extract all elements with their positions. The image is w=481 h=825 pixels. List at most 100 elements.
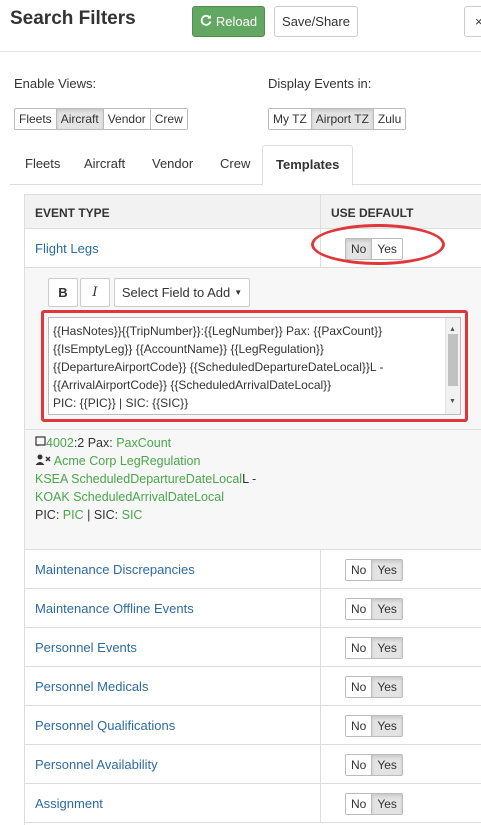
view-option-aircraft[interactable]: Aircraft <box>55 109 103 129</box>
no-option[interactable]: No <box>346 560 372 580</box>
template-preview: 4002:2 Pax: PaxCount Acme Corp LegRegula… <box>25 430 481 550</box>
pax-label: Pax: <box>84 436 117 450</box>
tab-crew[interactable]: Crew <box>207 145 263 185</box>
table-header: EVENT TYPE USE DEFAULT <box>25 194 481 230</box>
preview-line-1: 4002:2 Pax: PaxCount <box>35 436 171 450</box>
preview-line-3: KSEA ScheduledDepartureDateLocalL - <box>35 472 256 486</box>
tab-aircraft[interactable]: Aircraft <box>71 145 138 185</box>
tab-fleets[interactable]: Fleets <box>12 145 73 185</box>
view-option-fleets[interactable]: Fleets <box>15 109 56 129</box>
caret-down-icon: ▼ <box>234 288 243 297</box>
view-option-vendor[interactable]: Vendor <box>102 109 150 129</box>
reload-label: Reload <box>215 14 258 29</box>
empty-leg-user-icon <box>35 454 51 468</box>
tz-option-airport-tz[interactable]: Airport TZ <box>310 109 373 129</box>
event-type-name[interactable]: Assignment <box>35 796 103 811</box>
column-divider <box>320 195 321 230</box>
column-divider <box>320 784 321 822</box>
yes-option[interactable]: Yes <box>371 638 402 658</box>
column-divider <box>320 589 321 627</box>
table-row: Personnel Medicals No Yes <box>25 667 481 706</box>
no-option[interactable]: No <box>346 716 372 736</box>
column-divider <box>320 628 321 666</box>
close-button[interactable]: × <box>464 6 481 37</box>
event-type-name[interactable]: Maintenance Offline Events <box>35 601 194 616</box>
header-bar: Search Filters Reload Save/Share × <box>0 0 481 52</box>
tab-vendor[interactable]: Vendor <box>139 145 206 185</box>
page-title: Search Filters <box>10 8 136 29</box>
select-field-label: Select Field to Add <box>121 285 231 300</box>
yes-option[interactable]: Yes <box>371 755 402 775</box>
use-default-toggle: No Yes <box>345 598 403 620</box>
refresh-icon <box>200 14 212 29</box>
preview-line-5: PIC: PIC | SIC: SIC <box>35 508 142 522</box>
enable-views-toggle: Fleets Aircraft Vendor Crew <box>14 108 188 130</box>
italic-button[interactable]: I <box>80 278 110 307</box>
column-divider <box>320 667 321 705</box>
use-default-toggle: No Yes <box>345 793 403 815</box>
column-divider <box>320 706 321 744</box>
tab-templates[interactable]: Templates <box>262 145 354 186</box>
sic-label: | SIC: <box>83 508 122 522</box>
event-type-name[interactable]: Personnel Qualifications <box>35 718 175 733</box>
view-tabs: Fleets Aircraft Vendor Crew Templates <box>10 145 481 186</box>
template-editor: B I Select Field to Add ▼ {{HasNotes}}{{… <box>25 268 481 430</box>
notes-icon <box>35 436 46 450</box>
arrival-value: KOAK ScheduledArrivalDateLocal <box>35 490 224 504</box>
col-use-default: USE DEFAULT <box>331 206 414 220</box>
event-type-name[interactable]: Personnel Events <box>35 640 137 655</box>
event-type-name[interactable]: Maintenance Discrepancies <box>35 562 195 577</box>
highlight-annotation-ellipse <box>311 224 445 265</box>
display-events-toggle: My TZ Airport TZ Zulu <box>268 108 407 130</box>
yes-option[interactable]: Yes <box>371 599 402 619</box>
bold-button[interactable]: B <box>48 278 78 307</box>
sic-value: SIC <box>121 508 143 522</box>
no-option[interactable]: No <box>346 599 372 619</box>
display-events-label: Display Events in: <box>268 76 372 91</box>
tz-option-my-tz[interactable]: My TZ <box>269 109 311 129</box>
yes-option[interactable]: Yes <box>371 560 402 580</box>
use-default-toggle: No Yes <box>345 637 403 659</box>
no-option[interactable]: No <box>346 638 372 658</box>
yes-option[interactable]: Yes <box>371 677 402 697</box>
pic-label: PIC: <box>35 508 63 522</box>
table-row: Maintenance Discrepancies No Yes <box>25 550 481 589</box>
col-event-type: EVENT TYPE <box>35 206 110 220</box>
event-type-name[interactable]: Personnel Medicals <box>35 679 148 694</box>
departure-value: KSEA ScheduledDepartureDateLocal <box>35 472 243 486</box>
table-row: Assignment No Yes <box>25 784 481 823</box>
yes-option[interactable]: Yes <box>371 794 402 814</box>
use-default-toggle: No Yes <box>345 754 403 776</box>
table-row: Personnel Availability No Yes <box>25 745 481 784</box>
event-type-name[interactable]: Personnel Availability <box>35 757 158 772</box>
account-name-value: Acme Corp <box>53 454 117 468</box>
preview-line-4: KOAK ScheduledArrivalDateLocal <box>35 490 224 504</box>
view-option-crew[interactable]: Crew <box>149 109 187 129</box>
highlight-annotation-box <box>41 310 468 422</box>
leg-regulation-value: LegRegulation <box>119 454 201 468</box>
preview-line-2: Acme Corp LegRegulation <box>35 454 200 468</box>
select-field-dropdown[interactable]: Select Field to Add ▼ <box>114 278 250 307</box>
tz-option-zulu[interactable]: Zulu <box>372 109 406 129</box>
no-option[interactable]: No <box>346 794 372 814</box>
no-option[interactable]: No <box>346 755 372 775</box>
reload-button[interactable]: Reload <box>192 6 265 37</box>
no-option[interactable]: No <box>346 677 372 697</box>
enable-views-label: Enable Views: <box>14 76 97 91</box>
leg-number-value: :2 <box>73 436 85 450</box>
column-divider <box>320 745 321 783</box>
table-row: Maintenance Offline Events No Yes <box>25 589 481 628</box>
templates-table: EVENT TYPE USE DEFAULT Flight Legs No Ye… <box>24 194 481 825</box>
use-default-toggle: No Yes <box>345 676 403 698</box>
pic-value: PIC <box>62 508 84 522</box>
use-default-toggle: No Yes <box>345 559 403 581</box>
yes-option[interactable]: Yes <box>371 716 402 736</box>
departure-suffix: L - <box>242 472 257 486</box>
trip-number-value: 4002 <box>46 436 74 450</box>
save-share-button[interactable]: Save/Share <box>274 6 358 37</box>
event-type-name[interactable]: Flight Legs <box>35 241 99 256</box>
column-divider <box>320 550 321 588</box>
use-default-toggle: No Yes <box>345 715 403 737</box>
table-row: Personnel Events No Yes <box>25 628 481 667</box>
table-row: Personnel Qualifications No Yes <box>25 706 481 745</box>
